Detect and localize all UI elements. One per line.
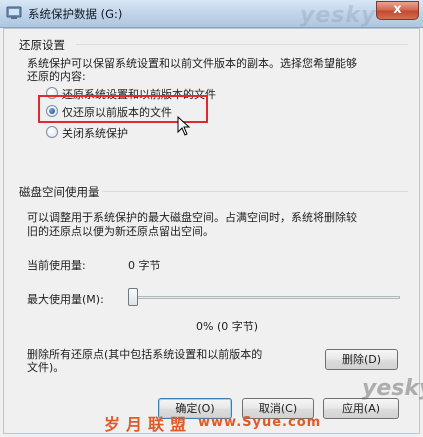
system-protection-icon [6, 6, 22, 19]
apply-button[interactable]: 应用(A) [323, 398, 399, 419]
max-usage-label: 最大使用量(M): [27, 293, 104, 306]
watermark-logo-right: yesky [362, 376, 423, 401]
radio-disable-protection-label[interactable]: 关闭系统保护 [62, 125, 128, 141]
disk-description-line2: 旧的还原点以便为新还原点留出空间。 [27, 225, 214, 238]
delete-button[interactable]: 删除(D) [325, 349, 398, 370]
max-usage-slider-track[interactable] [134, 296, 400, 299]
restore-description-line2: 还原的内容: [27, 70, 86, 83]
delete-description-line2: 文件)。 [27, 361, 65, 374]
radio-disable-protection[interactable]: 关闭系统保护 [46, 125, 186, 141]
disk-usage-heading: 磁盘空间使用量 [19, 185, 100, 199]
radio-circle-selected[interactable] [46, 105, 58, 117]
watermark-url: www.Syue.com [198, 415, 322, 430]
current-usage-label: 当前使用量: [27, 259, 86, 272]
radio-restore-files-only-label[interactable]: 仅还原以前版本的文件 [62, 104, 172, 120]
restore-settings-heading: 还原设置 [19, 38, 65, 52]
current-usage-value: 0 字节 [128, 259, 161, 272]
watermark-brand: 岁月联盟 [104, 415, 193, 434]
watermark-logo: yesky [300, 3, 377, 28]
window-title: 系统保护数据 (G:) [28, 7, 123, 21]
mouse-cursor-icon [177, 116, 191, 136]
max-usage-value: 0% (0 字节) [196, 320, 259, 333]
title-bar[interactable]: 系统保护数据 (G:) yesky x [0, 0, 423, 28]
section-divider [76, 44, 408, 45]
radio-selected-dot [49, 108, 55, 114]
section-divider [102, 191, 408, 192]
close-button[interactable]: x [376, 1, 419, 20]
radio-circle[interactable] [46, 126, 58, 138]
close-icon: x [393, 2, 402, 17]
max-usage-slider-thumb[interactable] [128, 288, 138, 306]
